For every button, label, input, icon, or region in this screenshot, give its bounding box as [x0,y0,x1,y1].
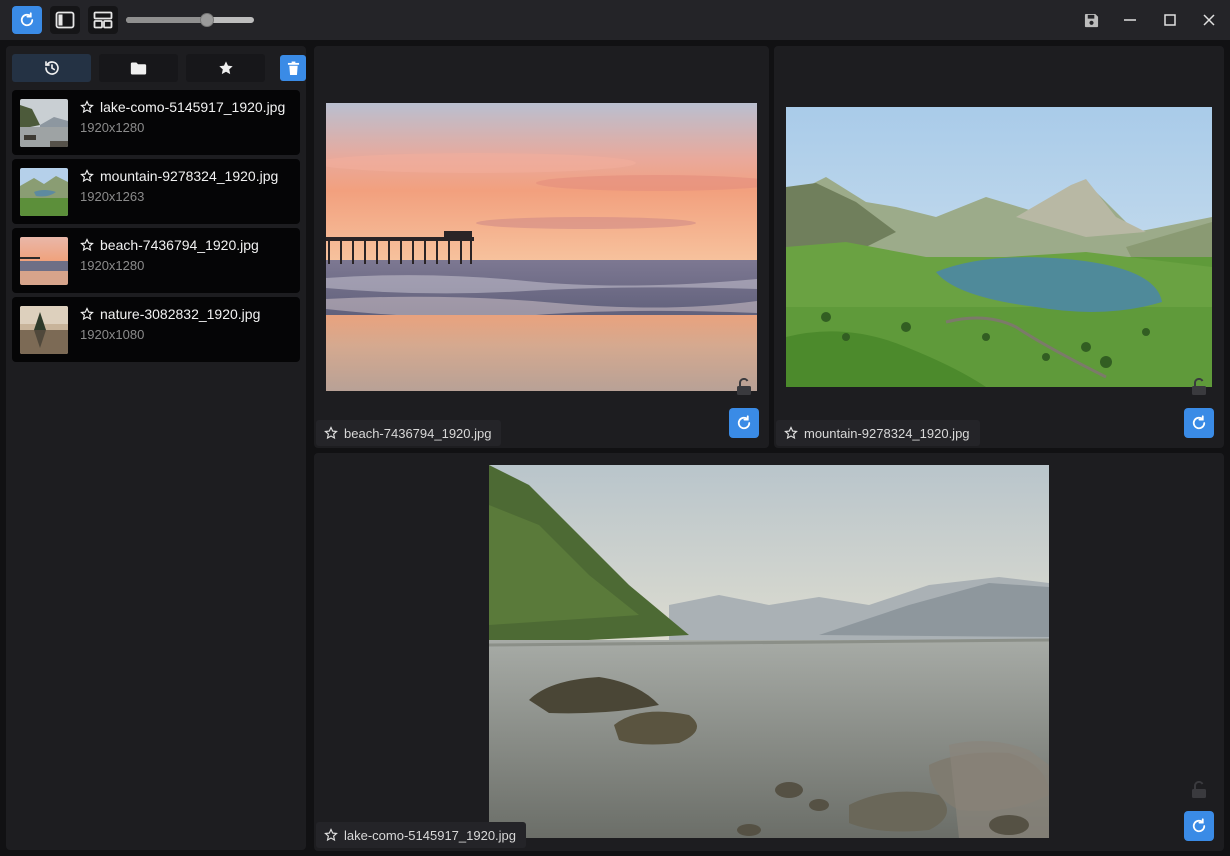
file-name: mountain-9278324_1920.jpg [100,168,279,184]
tab-favorites[interactable] [186,54,265,82]
tab-history[interactable] [12,54,91,82]
close-button[interactable] [1198,10,1220,30]
refresh-button[interactable] [12,6,42,34]
refresh-icon [20,12,34,27]
thumbnail [20,306,68,354]
favorite-star-icon[interactable] [80,238,94,252]
pane-label: lake-como-5145917_1920.jpg [316,822,527,848]
unlock-icon[interactable] [736,378,752,396]
favorite-star-icon[interactable] [80,169,94,183]
image-beach [326,103,757,391]
clear-history-button[interactable] [280,55,306,81]
file-name: beach-7436794_1920.jpg [100,237,259,253]
sidebar-toggle-button[interactable] [50,6,80,34]
history-icon [44,61,59,75]
image-mountain [786,107,1212,387]
pane-label-text: beach-7436794_1920.jpg [344,425,492,441]
refresh-icon [1192,818,1206,833]
file-dimensions: 1920x1280 [80,120,145,135]
app-window: lake-como-5145917_1920.jpg 1920x1280 mou… [0,0,1230,856]
file-name: lake-como-5145917_1920.jpg [100,99,286,115]
favorite-star-icon[interactable] [784,426,798,440]
save-button[interactable] [1080,10,1102,30]
thumbnail [20,168,68,216]
zoom-slider[interactable] [126,13,254,27]
file-dimensions: 1920x1280 [80,258,145,273]
unlock-icon[interactable] [1191,378,1207,396]
filter-bar [12,54,306,82]
sidebar-toggle-icon [55,11,75,29]
pane-label-text: mountain-9278324_1920.jpg [804,425,970,441]
file-dimensions: 1920x1080 [80,327,145,342]
refresh-icon [737,415,751,430]
slider-fill [126,17,207,23]
file-name: nature-3082832_1920.jpg [100,306,261,322]
list-item[interactable]: nature-3082832_1920.jpg 1920x1080 [12,297,300,362]
star-icon [218,61,233,75]
list-item[interactable]: beach-7436794_1920.jpg 1920x1280 [12,228,300,293]
favorite-star-icon[interactable] [324,426,338,440]
refresh-icon [1192,415,1206,430]
layout-icon [93,11,113,29]
folder-icon [130,62,147,74]
image-pane-beach[interactable]: beach-7436794_1920.jpg [314,46,769,448]
maximize-icon [1164,14,1176,26]
thumbnail [20,99,68,147]
list-item[interactable]: lake-como-5145917_1920.jpg 1920x1280 [12,90,300,155]
minimize-icon [1124,19,1136,21]
pane-label: mountain-9278324_1920.jpg [776,420,980,446]
maximize-button[interactable] [1159,10,1181,30]
file-dimensions: 1920x1263 [80,189,145,204]
layout-button[interactable] [88,6,118,34]
pane-refresh-button[interactable] [1184,408,1214,438]
image-pane-mountain[interactable]: mountain-9278324_1920.jpg [774,46,1224,448]
favorite-star-icon[interactable] [324,828,338,842]
trash-icon [287,61,299,75]
unlock-icon[interactable] [1191,781,1207,799]
save-icon [1084,13,1098,27]
tab-folder[interactable] [99,54,178,82]
image-lake-como [489,465,1049,838]
pane-label-text: lake-como-5145917_1920.jpg [344,827,517,843]
image-pane-lake-como[interactable]: lake-como-5145917_1920.jpg [314,453,1224,851]
pane-label: beach-7436794_1920.jpg [316,420,502,446]
favorite-star-icon[interactable] [80,100,94,114]
sidebar: lake-como-5145917_1920.jpg 1920x1280 mou… [6,46,306,850]
close-icon [1203,14,1215,26]
slider-knob[interactable] [200,13,214,27]
list-item[interactable]: mountain-9278324_1920.jpg 1920x1263 [12,159,300,224]
favorite-star-icon[interactable] [80,307,94,321]
minimize-button[interactable] [1119,10,1141,30]
pane-refresh-button[interactable] [1184,811,1214,841]
title-bar [0,0,1230,40]
pane-refresh-button[interactable] [729,408,759,438]
thumbnail [20,237,68,285]
